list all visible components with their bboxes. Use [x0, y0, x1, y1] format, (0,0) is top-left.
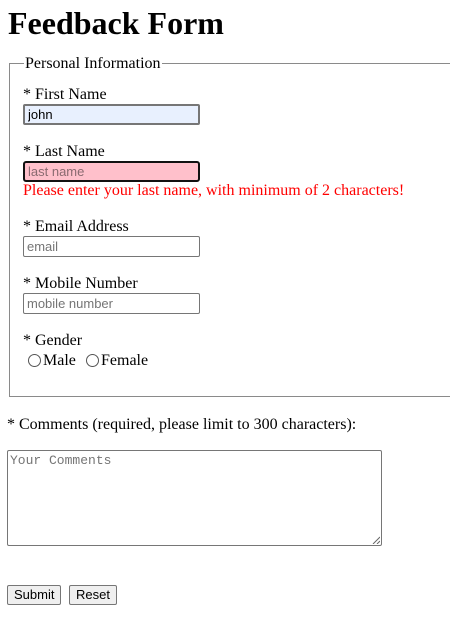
- gender-male-radio[interactable]: [28, 354, 41, 367]
- feedback-page: Feedback Form Personal Information * Fir…: [0, 0, 452, 630]
- last-name-error: Please enter your last name, with minimu…: [23, 182, 405, 199]
- submit-button[interactable]: Submit: [7, 585, 62, 605]
- page-title: Feedback Form: [8, 5, 224, 41]
- mobile-input[interactable]: [23, 293, 200, 314]
- gender-female-label[interactable]: Female: [101, 352, 148, 370]
- last-name-label: * Last Name: [23, 143, 105, 160]
- gender-female-radio[interactable]: [86, 354, 99, 367]
- reset-button[interactable]: Reset: [69, 585, 117, 605]
- comments-textarea[interactable]: [7, 450, 382, 546]
- gender-label: * Gender: [23, 332, 83, 349]
- personal-info-legend: Personal Information: [24, 55, 162, 73]
- last-name-input[interactable]: [23, 161, 200, 182]
- email-label: * Email Address: [23, 218, 129, 235]
- first-name-input[interactable]: [23, 104, 200, 125]
- resize-grip-icon[interactable]: [372, 536, 380, 544]
- email-input[interactable]: [23, 236, 200, 257]
- gender-male-label[interactable]: Male: [43, 352, 76, 370]
- comments-label: * Comments (required, please limit to 30…: [7, 416, 357, 433]
- first-name-label: * First Name: [23, 86, 107, 103]
- mobile-label: * Mobile Number: [23, 275, 138, 292]
